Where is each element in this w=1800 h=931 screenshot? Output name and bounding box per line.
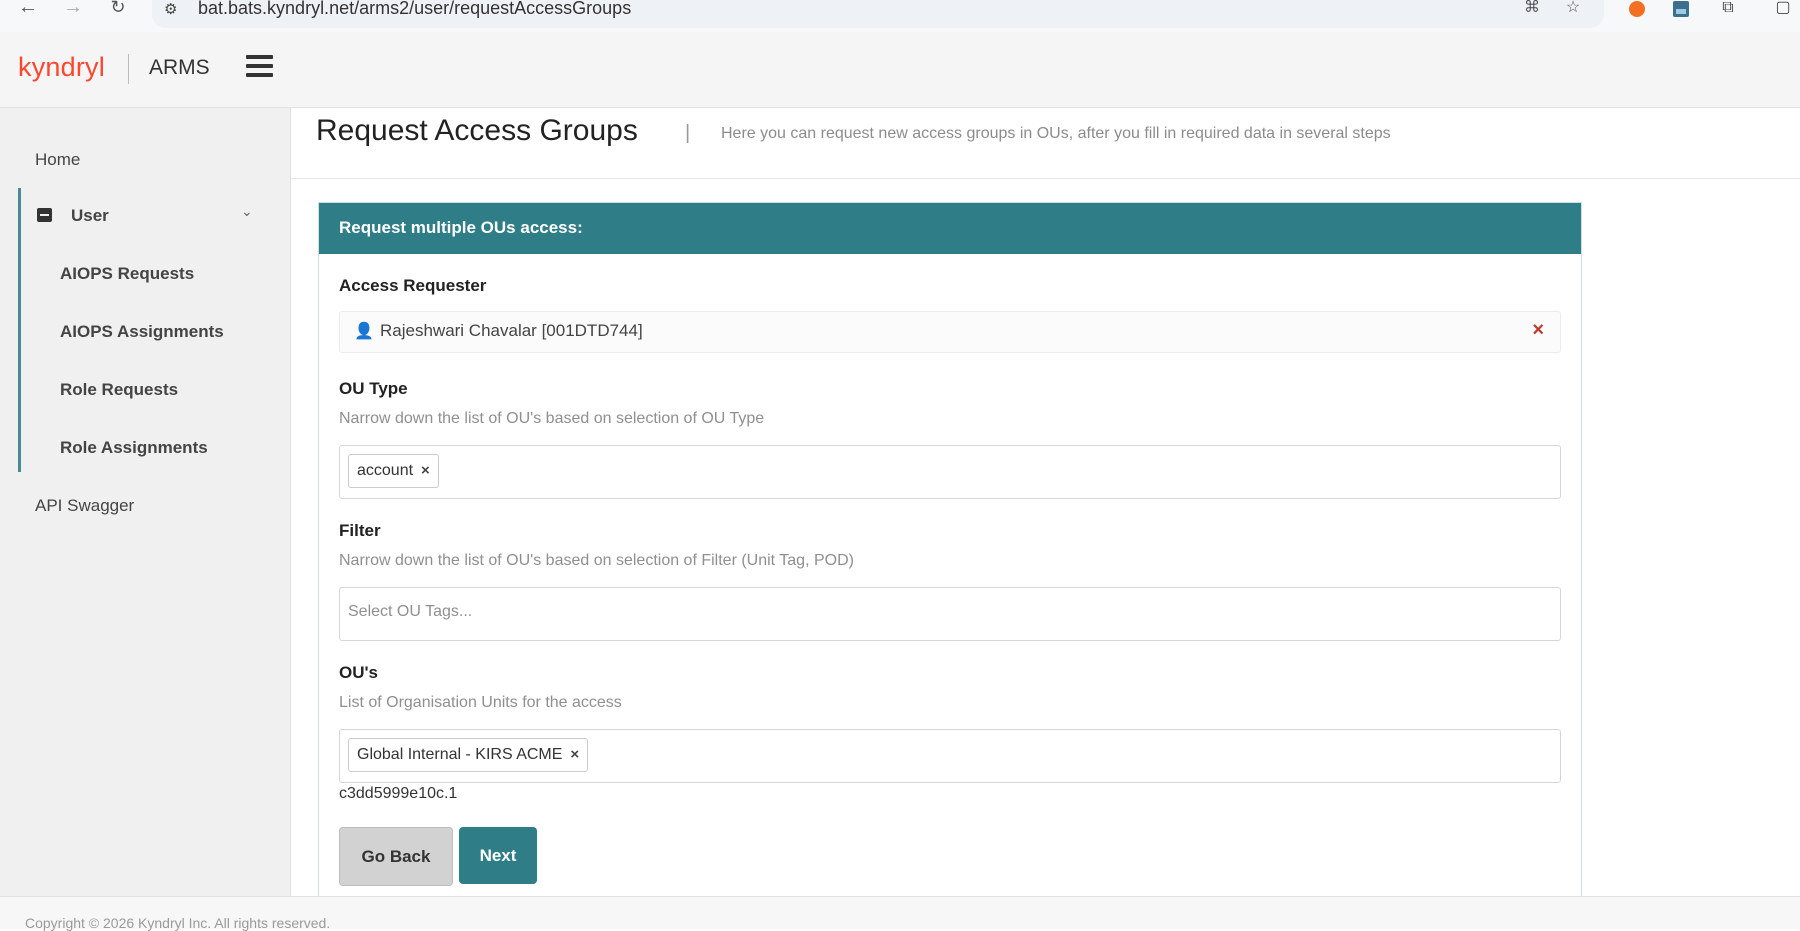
remove-tag-icon[interactable]: × [570,746,579,763]
url-text[interactable]: bat.bats.kyndryl.net/arms2/user/requestA… [198,0,631,19]
ou-type-tag-label: account [357,462,414,479]
ou-tag: Global Internal - KIRS ACME × [348,738,589,772]
bookmark-star-icon[interactable]: ☆ [1562,0,1584,20]
sidebar-item-aiops-assignments[interactable]: AIOPS Assignments [60,322,224,342]
ous-label: OU's [339,663,378,682]
translate-icon[interactable]: ⌘ [1521,0,1543,20]
ou-tag-label: Global Internal - KIRS ACME [357,746,563,763]
ou-type-label: OU Type [339,379,408,398]
browser-toolbar: ← → ↻ ⚙ bat.bats.kyndryl.net/arms2/user/… [0,0,1800,32]
go-back-button[interactable]: Go Back [339,827,453,886]
site-settings-icon[interactable]: ⚙ [164,0,177,18]
title-separator: | [685,122,691,144]
minus-square-icon [37,208,52,222]
filter-label: Filter [339,521,381,540]
app-name: ARMS [149,56,210,79]
profile-icon[interactable]: ▢ [1772,0,1794,20]
remove-tag-icon[interactable]: × [421,462,430,479]
chevron-down-icon[interactable]: ⌄ [241,203,253,220]
page-subtitle: Here you can request new access groups i… [721,125,1391,142]
next-button[interactable]: Next [459,827,537,884]
address-bar[interactable]: ⚙ bat.bats.kyndryl.net/arms2/user/reques… [152,0,1604,28]
ou-type-select[interactable]: account × [339,445,1561,499]
access-requester-value: Rajeshwari Chavalar [001DTD744] [380,321,643,340]
kyndryl-logo[interactable]: kyndryl [18,52,105,83]
request-panel: Request multiple OUs access: Access Requ… [318,202,1582,904]
sidebar-group-indicator [18,188,21,472]
sidebar-item-user[interactable]: User [71,206,109,226]
copyright-text: Copyright © 2026 Kyndryl Inc. All rights… [25,915,331,931]
sidebar-item-home[interactable]: Home [35,150,80,170]
extension-image-icon[interactable] [1670,0,1692,20]
footer: Copyright © 2026 Kyndryl Inc. All rights… [0,896,1800,931]
page-title: Request Access Groups [316,114,638,147]
sidebar-item-aiops-requests[interactable]: AIOPS Requests [60,264,194,284]
app-header: kyndryl ARMS [0,32,1800,108]
access-requester-field[interactable]: 👤 Rajeshwari Chavalar [001DTD744] × [339,311,1561,353]
back-arrow-icon[interactable]: ← [16,0,40,20]
ous-select[interactable]: Global Internal - KIRS ACME × [339,729,1561,783]
header-divider [128,54,129,84]
page-header: Request Access Groups | Here you can req… [291,108,1800,179]
ous-help: List of Organisation Units for the acces… [339,694,622,711]
ou-type-tag: account × [348,454,439,488]
filter-placeholder: Select OU Tags... [348,603,473,620]
sidebar-item-role-assignments[interactable]: Role Assignments [60,438,208,458]
ou-id-text: c3dd5999e10c.1 [339,785,458,802]
extensions-puzzle-icon[interactable]: ⧉ [1717,0,1739,20]
ou-type-help: Narrow down the list of OU's based on se… [339,410,765,427]
sidebar-item-role-requests[interactable]: Role Requests [60,380,178,400]
access-requester-label: Access Requester [339,276,487,295]
filter-select[interactable]: Select OU Tags... [339,587,1561,641]
sidebar-item-api-swagger[interactable]: API Swagger [35,496,134,516]
user-plus-icon: 👤 [354,323,374,340]
clear-requester-icon[interactable]: × [1532,319,1544,342]
panel-heading: Request multiple OUs access: [319,203,1581,254]
reload-icon[interactable]: ↻ [106,0,130,20]
filter-help: Narrow down the list of OU's based on se… [339,552,854,569]
forward-arrow-icon[interactable]: → [61,0,85,20]
hamburger-menu-icon[interactable] [246,55,273,79]
extension-orange-icon[interactable] [1626,0,1648,20]
sidebar: Home User ⌄ AIOPS Requests AIOPS Assignm… [0,108,291,896]
